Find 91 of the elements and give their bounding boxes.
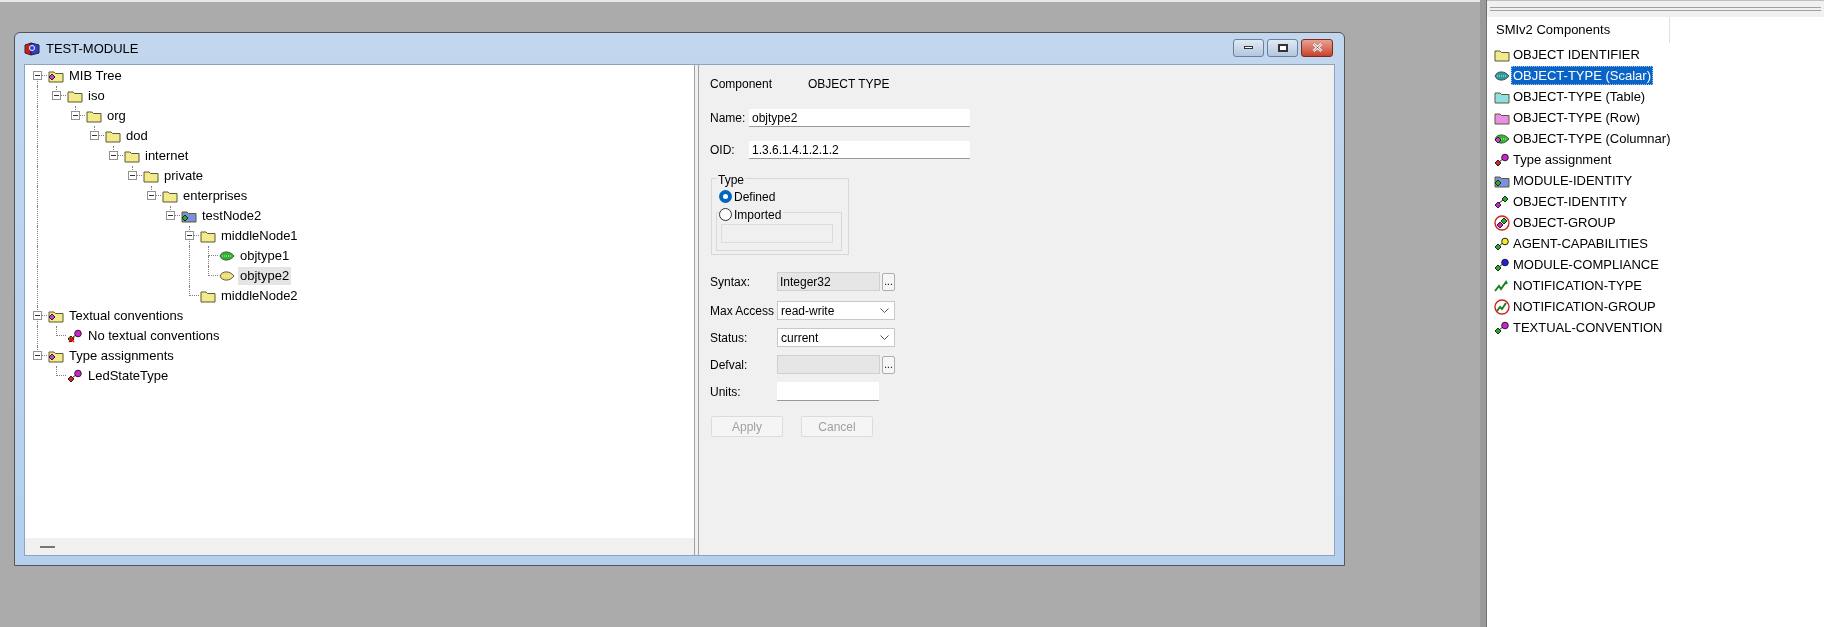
collapse-toggle[interactable] <box>185 231 194 240</box>
tree-item[interactable]: dod <box>124 127 150 145</box>
tree-item[interactable]: private <box>162 167 206 185</box>
collapse-toggle[interactable] <box>52 91 61 100</box>
component-item[interactable]: TEXTUAL-CONVENTION <box>1511 318 1665 337</box>
collapse-toggle[interactable] <box>90 131 99 140</box>
tree-item[interactable]: middleNode1 <box>219 227 300 245</box>
component-item[interactable]: NOTIFICATION-TYPE <box>1511 276 1645 295</box>
collapse-toggle[interactable] <box>109 151 118 160</box>
input-field[interactable]: 1.3.6.1.4.1.2.1.2 <box>749 141 970 159</box>
tree-item[interactable]: iso <box>86 87 107 105</box>
chevron-down-icon <box>880 308 889 313</box>
folder-icon <box>124 148 140 164</box>
tree-item[interactable]: testNode2 <box>200 207 264 225</box>
collapse-toggle[interactable] <box>71 111 80 120</box>
circled-zigzag-icon <box>1494 298 1510 315</box>
dropdown[interactable]: current <box>777 328 895 347</box>
input-field[interactable] <box>777 382 879 401</box>
tree-item[interactable]: Textual conventions <box>67 307 186 325</box>
restore-button[interactable] <box>1267 38 1298 57</box>
tree-item[interactable]: Type assignments <box>67 347 176 365</box>
tree-item[interactable]: LedStateType <box>86 367 171 385</box>
diamond-ball-cross-icon <box>67 328 83 344</box>
collapse-toggle[interactable] <box>128 171 137 180</box>
folder-icon <box>86 108 102 124</box>
component-item[interactable]: MODULE-COMPLIANCE <box>1511 255 1661 274</box>
app-icon <box>24 41 40 56</box>
component-item[interactable]: MODULE-IDENTITY <box>1511 171 1635 190</box>
diamond-ball-icon <box>1494 256 1510 273</box>
radio-button[interactable]: Imported <box>719 207 784 222</box>
close-button[interactable] <box>1301 38 1333 57</box>
folder-diamond-icon <box>48 68 64 84</box>
tree-item[interactable]: middleNode2 <box>219 287 300 305</box>
component-item[interactable]: OBJECT-GROUP <box>1511 213 1618 232</box>
folder-diamond-icon <box>48 308 64 324</box>
field-label: Defval: <box>710 356 749 374</box>
folder-icon <box>105 128 121 144</box>
leaf-icon <box>219 268 235 284</box>
tree-item[interactable]: No textual conventions <box>86 327 222 345</box>
field-label: Name: <box>710 110 747 127</box>
folder-diamond-icon <box>181 208 197 224</box>
two-diamond-icon <box>1494 193 1510 210</box>
collapse-toggle[interactable] <box>166 211 175 220</box>
collapse-toggle[interactable] <box>33 71 42 80</box>
field-label: Component <box>710 76 774 93</box>
diamond-ball-icon <box>1494 151 1510 168</box>
folder-icon <box>143 168 159 184</box>
folder-icon <box>200 228 216 244</box>
component-item[interactable]: OBJECT-IDENTITY <box>1511 192 1630 211</box>
minimize-button[interactable] <box>1233 38 1264 57</box>
component-item[interactable]: NOTIFICATION-GROUP <box>1511 297 1658 316</box>
component-item[interactable]: Type assignment <box>1511 150 1614 169</box>
chevron-down-icon <box>880 335 889 340</box>
close-icon <box>1311 43 1323 52</box>
leaf-icon <box>219 248 235 264</box>
splitter-grip[interactable] <box>40 545 55 548</box>
folder-icon <box>162 188 178 204</box>
component-item[interactable]: OBJECT-TYPE (Scalar) <box>1511 66 1653 85</box>
browse-button[interactable]: ... <box>882 272 895 291</box>
diamond-ball-icon <box>67 368 83 384</box>
field-label: Status: <box>710 329 749 347</box>
dropdown[interactable]: read-write <box>777 301 895 320</box>
tree-item[interactable]: enterprises <box>181 187 250 205</box>
column-header[interactable]: SMIv2 Components <box>1487 17 1670 43</box>
window-title: TEST-MODULE <box>46 39 139 58</box>
component-value: OBJECT TYPE <box>808 76 890 93</box>
diamond-ball-icon <box>1494 319 1510 336</box>
component-item[interactable]: OBJECT-TYPE (Columnar) <box>1511 129 1673 148</box>
diamond-ball-icon <box>1494 235 1510 252</box>
input-field[interactable]: objtype2 <box>749 109 970 127</box>
collapse-toggle[interactable] <box>147 191 156 200</box>
tree-item[interactable]: org <box>105 107 128 125</box>
component-item[interactable]: OBJECT-TYPE (Table) <box>1511 87 1648 106</box>
component-item[interactable]: OBJECT IDENTIFIER <box>1511 45 1642 64</box>
folder-diamond-icon <box>48 348 64 364</box>
field-label: OID: <box>710 142 736 159</box>
tree-item[interactable]: MIB Tree <box>67 67 124 85</box>
component-item[interactable]: AGENT-CAPABILITIES <box>1511 234 1650 253</box>
folder-icon <box>200 288 216 304</box>
tree-item[interactable]: internet <box>143 147 191 165</box>
tree-item[interactable]: objtype2 <box>238 267 292 285</box>
field-label: Syntax: <box>710 273 752 291</box>
field-label: Max Access <box>710 302 776 320</box>
collapse-toggle[interactable] <box>33 311 42 320</box>
collapse-toggle[interactable] <box>33 351 42 360</box>
folder-icon <box>67 88 83 104</box>
component-item[interactable]: OBJECT-TYPE (Row) <box>1511 108 1643 127</box>
tree-item[interactable]: objtype1 <box>238 247 292 265</box>
input-field[interactable]: Integer32 <box>777 272 880 291</box>
panel-grip[interactable] <box>1490 7 1821 11</box>
field-label: Units: <box>710 383 742 401</box>
